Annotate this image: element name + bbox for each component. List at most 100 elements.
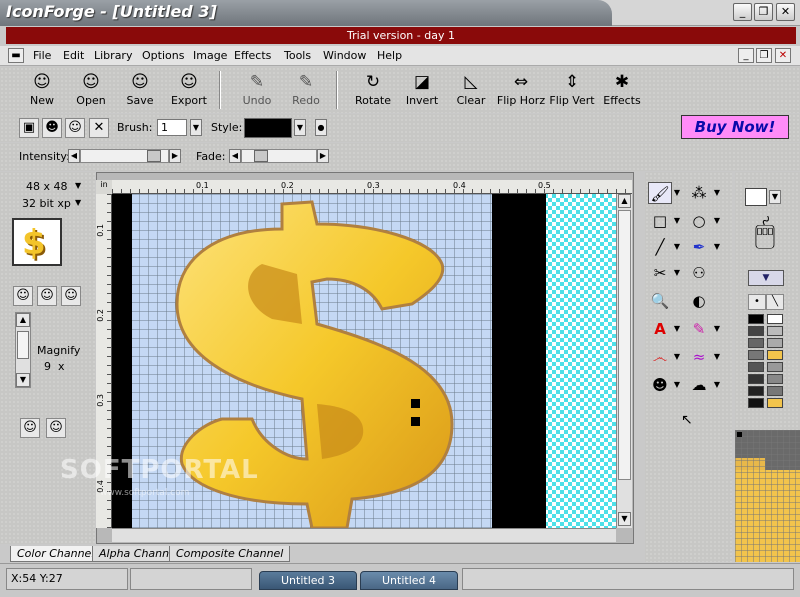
effects-button[interactable]: ✱ Effects: [597, 69, 647, 111]
eyedropper-tool-icon[interactable]: ✎: [687, 318, 711, 340]
person-arrow-left-icon[interactable]: ☺: [20, 418, 40, 438]
system-menu-icon[interactable]: ▬: [8, 48, 24, 63]
person-view-icon[interactable]: ☺: [37, 286, 57, 306]
monitor-icon[interactable]: ▣: [19, 118, 39, 138]
task-untitled-3[interactable]: Untitled 3: [259, 571, 357, 590]
canvas-vertical-scrollbar[interactable]: ▲ ▼: [616, 194, 632, 528]
chevron-down-icon[interactable]: ▼: [769, 190, 781, 204]
brush-dropdown-icon[interactable]: ▼: [190, 119, 202, 136]
wave-tool-icon[interactable]: ≈: [687, 346, 711, 368]
line-mode-icon[interactable]: ╲: [766, 294, 784, 310]
intensity-thumb[interactable]: [147, 150, 161, 162]
mdi-minimize-button[interactable]: _: [738, 48, 754, 63]
open-button[interactable]: ☺ Open: [66, 69, 116, 111]
smudge-tool-icon[interactable]: ෴: [648, 346, 672, 368]
rectangle-tool-icon[interactable]: □: [648, 210, 672, 232]
color-swatch[interactable]: [748, 398, 764, 408]
crosshatch-icon[interactable]: ✕: [89, 118, 109, 138]
menu-window[interactable]: Window: [323, 49, 366, 62]
color-swatches[interactable]: [748, 314, 784, 410]
tab-color-channel[interactable]: Color Channel: [10, 546, 102, 562]
minimize-button[interactable]: _: [733, 3, 752, 21]
color-swatch[interactable]: [767, 326, 783, 336]
intensity-slider[interactable]: [80, 149, 169, 163]
close-button[interactable]: ✕: [776, 3, 795, 21]
zoom-tool-icon[interactable]: 🔍: [648, 290, 672, 312]
color-swatch[interactable]: [767, 338, 783, 348]
chevron-down-icon[interactable]: ▼: [673, 262, 681, 284]
menu-tools[interactable]: Tools: [284, 49, 311, 62]
mdi-close-button[interactable]: ✕: [775, 48, 791, 63]
color-swatch[interactable]: [748, 362, 764, 372]
color-swatch[interactable]: [767, 398, 783, 408]
scroll-down-icon[interactable]: ▼: [16, 373, 30, 387]
color-swatch[interactable]: [748, 326, 764, 336]
chevron-down-icon[interactable]: ▼: [713, 374, 721, 396]
chevron-down-icon[interactable]: ▼: [673, 210, 681, 232]
color-swatch[interactable]: [748, 374, 764, 384]
menu-library[interactable]: Library: [94, 49, 132, 62]
undo-button[interactable]: ✎ Undo: [232, 69, 282, 111]
person-arrow-right-icon[interactable]: ☺: [46, 418, 66, 438]
fill-tool-icon[interactable]: ✒: [687, 236, 711, 258]
intensity-right-arrow[interactable]: ▶: [169, 149, 181, 163]
icon-size-select[interactable]: 48 x 48: [26, 180, 68, 193]
chevron-down-icon[interactable]: ▼: [673, 182, 681, 204]
color-grid[interactable]: [735, 430, 800, 562]
blob-tool-icon[interactable]: ☁: [687, 374, 711, 396]
scroll-up-icon[interactable]: ▲: [618, 194, 631, 208]
scissors-tool-icon[interactable]: ✂: [648, 262, 672, 284]
flip-vertical-button[interactable]: ⇕ Flip Vert: [547, 69, 597, 111]
menu-edit[interactable]: Edit: [63, 49, 84, 62]
palette-dropdown[interactable]: ▼: [748, 270, 784, 286]
people-tool-icon[interactable]: ⚇: [687, 262, 711, 284]
mask-light-icon[interactable]: ☻: [42, 118, 62, 138]
scroll-down-icon[interactable]: ▼: [618, 512, 631, 526]
spray-tool-icon[interactable]: ⁂: [687, 182, 711, 204]
brush-tool-icon[interactable]: 🖌: [648, 182, 672, 204]
color-swatch[interactable]: [767, 350, 783, 360]
style-swatch[interactable]: [244, 118, 292, 138]
line-tool-icon[interactable]: ╱: [648, 236, 672, 258]
color-swatch[interactable]: [748, 314, 764, 324]
fade-slider[interactable]: [241, 149, 317, 163]
mask-dark-icon[interactable]: ☺: [65, 118, 85, 138]
intensity-left-arrow[interactable]: ◀: [68, 149, 80, 163]
export-button[interactable]: ☺ Export: [164, 69, 214, 111]
rotate-button[interactable]: ↻ Rotate: [348, 69, 398, 111]
color-swatch[interactable]: [748, 386, 764, 396]
chevron-down-icon[interactable]: ▼: [673, 318, 681, 340]
color-swatch[interactable]: [767, 374, 783, 384]
chevron-down-icon[interactable]: ▼: [673, 236, 681, 258]
clear-button[interactable]: ◺ Clear: [446, 69, 496, 111]
flip-horizontal-button[interactable]: ⇔ Flip Horz: [495, 69, 547, 111]
restore-button[interactable]: ❐: [754, 3, 773, 21]
menu-image[interactable]: Image: [193, 49, 227, 62]
canvas-horizontal-scrollbar[interactable]: [112, 528, 616, 542]
color-swatch[interactable]: [767, 314, 783, 324]
invert-button[interactable]: ◪ Invert: [397, 69, 447, 111]
menu-help[interactable]: Help: [377, 49, 402, 62]
dot-mode-icon[interactable]: •: [748, 294, 766, 310]
fade-right-arrow[interactable]: ▶: [317, 149, 329, 163]
menu-file[interactable]: File: [33, 49, 51, 62]
magnify-thumb[interactable]: [17, 331, 29, 359]
ellipse-tool-icon[interactable]: ○: [687, 210, 711, 232]
face-tool-icon[interactable]: ☻: [648, 374, 672, 396]
menu-effects[interactable]: Effects: [234, 49, 271, 62]
style-option-icon[interactable]: ●: [315, 119, 327, 136]
new-button[interactable]: ☺ New: [17, 69, 67, 111]
chevron-down-icon[interactable]: ▼: [75, 198, 81, 207]
magnify-scroll[interactable]: ▲ ▼: [15, 312, 31, 388]
redo-button[interactable]: ✎ Redo: [281, 69, 331, 111]
brush-size-input[interactable]: 1: [157, 119, 187, 136]
chevron-down-icon[interactable]: ▼: [713, 182, 721, 204]
buy-now-button[interactable]: Buy Now!: [681, 115, 789, 139]
shapes-tool-icon[interactable]: ◐: [687, 290, 711, 312]
fade-left-arrow[interactable]: ◀: [229, 149, 241, 163]
chevron-down-icon[interactable]: ▼: [75, 181, 81, 190]
color-swatch[interactable]: [767, 386, 783, 396]
fade-thumb[interactable]: [254, 150, 268, 162]
chevron-down-icon[interactable]: ▼: [713, 346, 721, 368]
person-view-icon[interactable]: ☺: [13, 286, 33, 306]
